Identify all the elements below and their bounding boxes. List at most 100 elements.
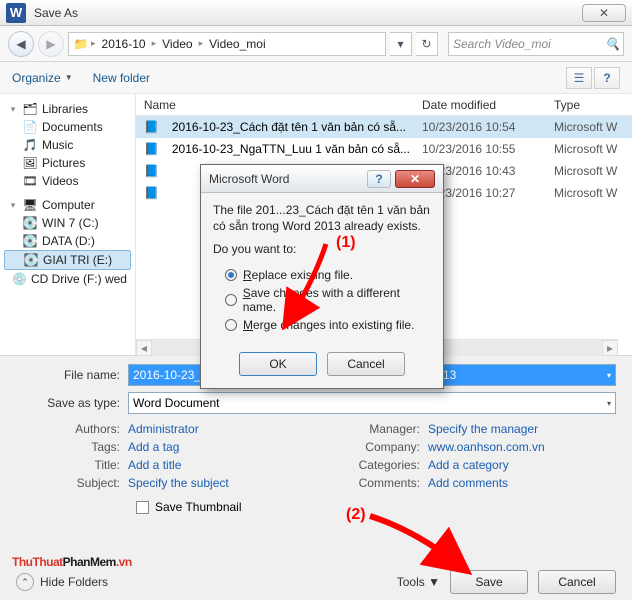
categories-label: Categories: bbox=[316, 458, 428, 472]
footer: ⌃Hide Folders Tools ▼ Save Cancel bbox=[0, 570, 632, 594]
dialog-cancel-button[interactable]: Cancel bbox=[327, 352, 405, 376]
twisty-icon: ▾ bbox=[8, 104, 18, 115]
twisty-icon: ▾ bbox=[8, 200, 18, 211]
search-placeholder: Search Video_moi bbox=[453, 37, 551, 51]
option-merge[interactable]: Merge changes into existing file. bbox=[213, 316, 431, 334]
view-mode-button[interactable]: ☰ bbox=[566, 67, 592, 89]
option-replace[interactable]: Replace existing file. bbox=[213, 266, 431, 284]
chevron-down-icon: ▼ bbox=[428, 575, 440, 589]
dialog-help-button[interactable]: ? bbox=[367, 170, 391, 188]
word-doc-icon: 📘 bbox=[144, 119, 160, 135]
documents-icon: 📄 bbox=[22, 120, 38, 134]
tags-value[interactable]: Add a tag bbox=[128, 440, 179, 454]
new-folder-button[interactable]: New folder bbox=[93, 71, 150, 85]
chevron-down-icon: ▼ bbox=[65, 73, 73, 82]
breadcrumb-seg[interactable]: Video bbox=[158, 37, 196, 51]
tree-drive-c[interactable]: 💽WIN 7 (C:) bbox=[4, 214, 131, 232]
chevron-right-icon: ▸ bbox=[199, 38, 204, 49]
tools-menu[interactable]: Tools ▼ bbox=[397, 575, 440, 589]
libraries-icon: 🗂 bbox=[22, 102, 38, 116]
refresh-button[interactable]: ↻ bbox=[416, 32, 438, 56]
dialog-ok-button[interactable]: OK bbox=[239, 352, 317, 376]
subject-label: Subject: bbox=[16, 476, 128, 490]
word-doc-icon: 📘 bbox=[144, 185, 160, 201]
nav-forward-button[interactable]: ▶ bbox=[38, 31, 64, 57]
chevron-up-icon: ⌃ bbox=[16, 573, 34, 591]
tree-videos[interactable]: 🎞Videos bbox=[4, 172, 131, 190]
breadcrumb-seg[interactable]: Video_moi bbox=[205, 37, 269, 51]
comments-value[interactable]: Add comments bbox=[428, 476, 508, 490]
help-button[interactable]: ? bbox=[594, 67, 620, 89]
tree-drive-d[interactable]: 💽DATA (D:) bbox=[4, 232, 131, 250]
watermark: ThuThuatPhanMem.vn bbox=[12, 546, 132, 572]
file-row[interactable]: 📘 2016-10-23_Cách đặt tên 1 văn bản có s… bbox=[136, 116, 632, 138]
company-value[interactable]: www.oanhson.com.vn bbox=[428, 440, 545, 454]
manager-label: Manager: bbox=[316, 422, 428, 436]
chevron-down-icon[interactable]: ▾ bbox=[607, 371, 611, 380]
tree-computer[interactable]: ▾🖥Computer bbox=[4, 196, 131, 214]
hide-folders-button[interactable]: ⌃Hide Folders bbox=[16, 573, 108, 591]
breadcrumb-dropdown[interactable]: ▾ bbox=[390, 32, 412, 56]
chevron-right-icon: ▸ bbox=[91, 38, 96, 49]
toolbar: Organize▼ New folder ☰ ? bbox=[0, 62, 632, 94]
word-doc-icon: 📘 bbox=[144, 163, 160, 179]
dialog-prompt: Do you want to: bbox=[213, 242, 431, 258]
authors-value[interactable]: Administrator bbox=[128, 422, 199, 436]
tree-drive-f[interactable]: 💿CD Drive (F:) wed bbox=[4, 270, 131, 288]
save-thumbnail-checkbox[interactable] bbox=[136, 501, 149, 514]
tree-libraries[interactable]: ▾🗂Libraries bbox=[4, 100, 131, 118]
organize-menu[interactable]: Organize▼ bbox=[12, 71, 73, 85]
comments-label: Comments: bbox=[316, 476, 428, 490]
search-input[interactable]: Search Video_moi 🔍 bbox=[448, 32, 624, 56]
tree: ▾🗂Libraries 📄Documents 🎵Music 🖼Pictures … bbox=[0, 94, 136, 355]
option-save-as[interactable]: Save changes with a different name. bbox=[213, 284, 431, 316]
save-button[interactable]: Save bbox=[450, 570, 528, 594]
search-icon: 🔍 bbox=[605, 37, 619, 51]
company-label: Company: bbox=[316, 440, 428, 454]
saveastype-select[interactable]: Word Document▾ bbox=[128, 392, 616, 414]
breadcrumb[interactable]: 📁 ▸ 2016-10 ▸ Video ▸ Video_moi bbox=[68, 32, 386, 56]
subject-value[interactable]: Specify the subject bbox=[128, 476, 229, 490]
col-type[interactable]: Type bbox=[554, 98, 624, 112]
title-value[interactable]: Add a title bbox=[128, 458, 181, 472]
window-close-button[interactable]: ✕ bbox=[582, 4, 626, 22]
file-row[interactable]: 📘 2016-10-23_NgaTTN_Luu 1 văn bản có sẵ.… bbox=[136, 138, 632, 160]
saveastype-label: Save as type: bbox=[16, 396, 128, 410]
radio-icon[interactable] bbox=[225, 294, 237, 306]
tree-music[interactable]: 🎵Music bbox=[4, 136, 131, 154]
word-app-icon: W bbox=[6, 3, 26, 23]
folder-icon: 📁 bbox=[73, 36, 89, 52]
scroll-right-icon[interactable]: ▸ bbox=[602, 340, 618, 356]
dialog-close-button[interactable]: ✕ bbox=[395, 170, 435, 188]
chevron-right-icon: ▸ bbox=[152, 38, 157, 49]
drive-icon: 💽 bbox=[22, 216, 38, 230]
scroll-left-icon[interactable]: ◂ bbox=[136, 340, 152, 356]
chevron-down-icon[interactable]: ▾ bbox=[607, 399, 611, 408]
pictures-icon: 🖼 bbox=[22, 156, 38, 170]
cd-icon: 💿 bbox=[12, 272, 27, 286]
breadcrumb-seg[interactable]: 2016-10 bbox=[98, 37, 150, 51]
radio-icon[interactable] bbox=[225, 269, 237, 281]
drive-icon: 💽 bbox=[22, 234, 38, 248]
tree-pictures[interactable]: 🖼Pictures bbox=[4, 154, 131, 172]
categories-value[interactable]: Add a category bbox=[428, 458, 509, 472]
tree-drive-e[interactable]: 💽GIAI TRI (E:) bbox=[4, 250, 131, 270]
radio-icon[interactable] bbox=[225, 319, 237, 331]
dialog-title: Microsoft Word bbox=[209, 172, 367, 186]
tree-documents[interactable]: 📄Documents bbox=[4, 118, 131, 136]
drive-icon: 💽 bbox=[23, 253, 39, 267]
dialog-message: The file 201...23_Cách đặt tên 1 văn bản… bbox=[213, 203, 431, 234]
word-doc-icon: 📘 bbox=[144, 141, 160, 157]
computer-icon: 🖥 bbox=[22, 198, 38, 212]
manager-value[interactable]: Specify the manager bbox=[428, 422, 538, 436]
music-icon: 🎵 bbox=[22, 138, 38, 152]
navbar: ◀ ▶ 📁 ▸ 2016-10 ▸ Video ▸ Video_moi ▾ ↻ … bbox=[0, 26, 632, 62]
cancel-button[interactable]: Cancel bbox=[538, 570, 616, 594]
title-label: Title: bbox=[16, 458, 128, 472]
dialog-titlebar: Microsoft Word ? ✕ bbox=[201, 165, 443, 193]
col-name[interactable]: Name bbox=[144, 98, 410, 112]
titlebar: W Save As ✕ bbox=[0, 0, 632, 26]
nav-back-button[interactable]: ◀ bbox=[8, 31, 34, 57]
save-thumbnail-label: Save Thumbnail bbox=[155, 500, 242, 514]
col-date[interactable]: Date modified bbox=[422, 98, 542, 112]
